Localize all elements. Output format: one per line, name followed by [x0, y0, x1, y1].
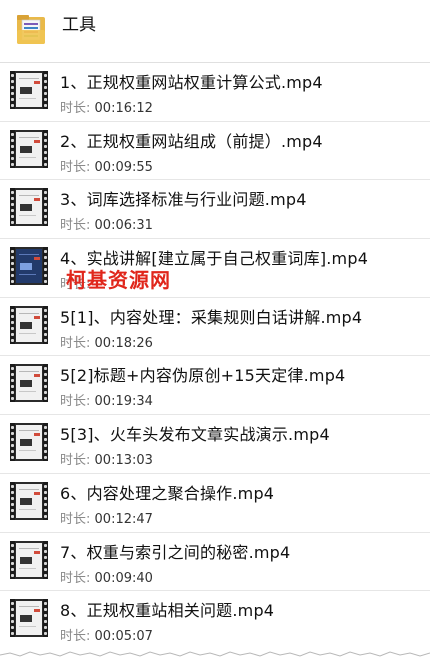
folder-row[interactable]: 工具: [0, 0, 430, 62]
file-duration: 时长: 00:18:26: [60, 335, 153, 351]
video-thumbnail-icon: [10, 71, 48, 109]
list-item[interactable]: 7、权重与索引之间的秘密.mp4 时长: 00:09:40: [0, 531, 430, 591]
video-thumbnail-icon: [10, 305, 48, 344]
video-thumbnail-icon: [10, 188, 48, 227]
video-thumbnail-icon: [10, 481, 48, 520]
list-item[interactable]: 4、实战讲解[建立属于自己权重词库].mp4 时长:: [0, 238, 430, 297]
file-name: 8、正规权重站相关问题.mp4: [60, 601, 275, 621]
file-name: 3、词库选择标准与行业问题.mp4: [60, 190, 307, 210]
file-name: 2、正规权重网站组成（前提）.mp4: [60, 131, 323, 151]
list-item[interactable]: 5[3]、火车头发布文章实战演示.mp4 时长: 00:13:03: [0, 414, 430, 473]
file-name: 1、正规权重网站权重计算公式.mp4: [60, 73, 323, 92]
list-item[interactable]: 8、正规权重站相关问题.mp4 时长: 00:05:07: [0, 590, 430, 649]
file-duration: 时长: 00:19:34: [60, 394, 153, 410]
file-duration: 时长: 00:06:31: [60, 218, 153, 234]
video-thumbnail-icon: [10, 247, 48, 286]
list-item[interactable]: 3、词库选择标准与行业问题.mp4 时长: 00:06:31: [0, 179, 430, 238]
file-duration: 时长: 00:05:07: [60, 629, 153, 645]
folder-name: 工具: [62, 15, 96, 35]
list-item[interactable]: 5[1]、内容处理：采集规则白话讲解.mp4 时长: 00:18:26: [0, 296, 430, 356]
torn-edge-divider: [0, 651, 430, 657]
video-thumbnail-icon: [10, 129, 48, 168]
video-thumbnail-icon: [10, 540, 48, 579]
file-name: 5[1]、内容处理：采集规则白话讲解.mp4: [60, 307, 363, 327]
file-name: 6、内容处理之聚合操作.mp4: [60, 483, 275, 503]
video-thumbnail-icon: [10, 599, 48, 638]
list-item[interactable]: 5[2]标题+内容伪原创+15天定律.mp4 时长: 00:19:34: [0, 355, 430, 414]
video-thumbnail-icon: [10, 364, 48, 403]
file-name: 5[3]、火车头发布文章实战演示.mp4: [60, 425, 330, 445]
watermark: 柯基资源网: [66, 268, 171, 292]
file-duration: 时长: 00:12:47: [60, 511, 153, 527]
folder-archive-icon: [17, 15, 45, 44]
list-item[interactable]: 6、内容处理之聚合操作.mp4 时长: 00:12:47: [0, 472, 430, 532]
file-name: 7、权重与索引之间的秘密.mp4: [60, 542, 291, 562]
file-name: 5[2]标题+内容伪原创+15天定律.mp4: [60, 366, 346, 386]
list-item[interactable]: 2、正规权重网站组成（前提）.mp4 时长: 00:09:55: [0, 120, 430, 180]
file-duration: 时长: 00:13:03: [60, 453, 153, 469]
file-duration: 时长: 00:09:40: [60, 570, 153, 586]
file-list: 1、正规权重网站权重计算公式.mp4 时长: 00:16:12 2、正规权重网站…: [0, 62, 430, 649]
list-item[interactable]: 1、正规权重网站权重计算公式.mp4 时长: 00:16:12: [0, 62, 430, 121]
video-thumbnail-icon: [10, 423, 48, 462]
file-duration: 时长: 00:09:55: [60, 159, 153, 175]
file-duration: 时长: 00:16:12: [60, 101, 153, 116]
